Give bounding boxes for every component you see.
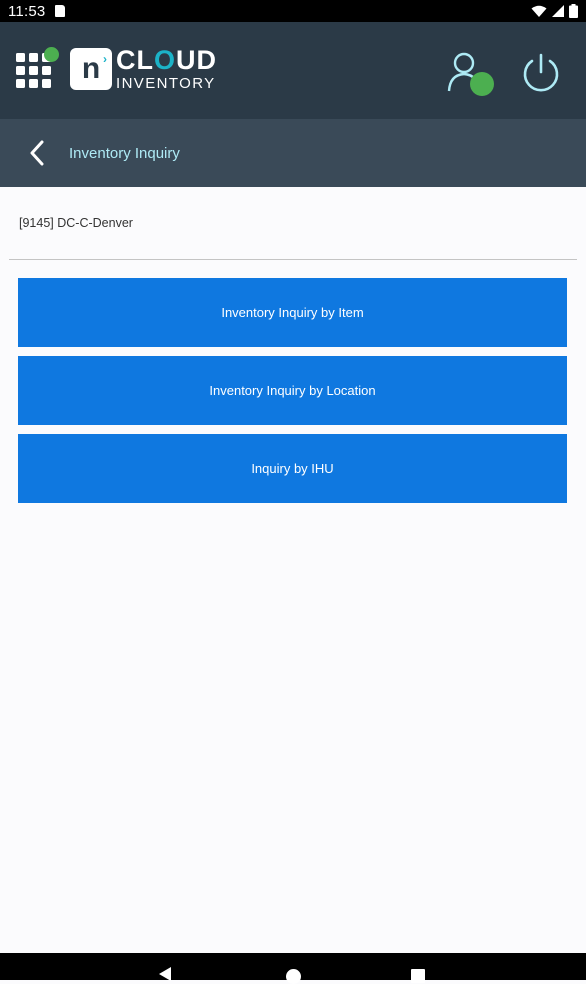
status-bar: 11:53 (0, 0, 586, 22)
logo-arrow-icon: › (103, 52, 107, 66)
logo-mark: n › (70, 48, 112, 90)
inquiry-by-location-button[interactable]: Inventory Inquiry by Location (18, 356, 567, 425)
power-icon (523, 53, 559, 92)
inquiry-by-item-button[interactable]: Inventory Inquiry by Item (18, 278, 567, 347)
back-nav-icon[interactable] (159, 967, 171, 981)
app-header: n › CLOUD INVENTORY (0, 22, 586, 119)
logout-button[interactable] (520, 52, 562, 94)
app-menu-button[interactable] (16, 47, 60, 91)
home-nav-icon[interactable] (286, 969, 301, 984)
status-left: 11:53 (8, 2, 66, 20)
status-time: 11:53 (8, 2, 46, 20)
status-right (531, 4, 578, 18)
page-title-bar: Inventory Inquiry (0, 119, 586, 187)
logo-inventory-text: INVENTORY (116, 75, 216, 92)
user-icon (447, 52, 494, 96)
inquiry-by-ihu-button[interactable]: Inquiry by IHU (18, 434, 567, 503)
battery-icon (569, 4, 578, 18)
user-profile-button[interactable] (446, 51, 496, 99)
wifi-icon (531, 5, 547, 17)
system-nav-bar (0, 953, 586, 984)
page-title: Inventory Inquiry (69, 144, 180, 162)
logo-letter: n (81, 52, 101, 85)
sd-card-icon (55, 5, 66, 17)
recents-nav-icon[interactable] (411, 969, 425, 983)
notification-dot (44, 47, 59, 62)
warehouse-location: [9145] DC-C-Denver (19, 216, 133, 230)
chevron-left-icon (30, 140, 44, 166)
signal-icon (552, 4, 564, 17)
online-status-dot (470, 72, 494, 96)
cloud-inventory-logo: n › CLOUD INVENTORY (70, 45, 218, 92)
logo-cloud-text: CLOUD (116, 45, 218, 75)
logo-wordmark: CLOUD INVENTORY (116, 45, 218, 92)
back-button[interactable] (12, 128, 62, 178)
divider (9, 259, 577, 260)
